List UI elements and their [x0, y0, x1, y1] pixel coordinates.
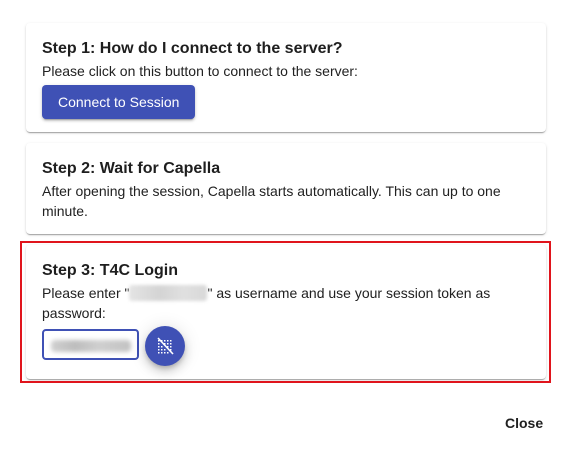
visibility-off-icon — [157, 337, 174, 355]
blurred-username — [129, 285, 208, 301]
step-2-text: After opening the session, Capella start… — [42, 183, 501, 219]
login-row — [42, 326, 530, 366]
step-1-card: Step 1: How do I connect to the server? … — [26, 23, 546, 132]
close-button[interactable]: Close — [496, 407, 552, 439]
toggle-visibility-button[interactable] — [145, 326, 185, 366]
step-3-text: Please enter " " as username and use your… — [42, 283, 530, 323]
step-2-title: Step 2: Wait for Capella — [42, 160, 221, 177]
step-1-text: Please click on this button to connect t… — [42, 63, 358, 79]
step-1-title: Step 1: How do I connect to the server? — [42, 40, 343, 57]
connect-to-session-button[interactable]: Connect to Session — [42, 85, 196, 119]
step-3-card: Step 3: T4C Login Please enter " " as use… — [26, 245, 546, 379]
step-2-card: Step 2: Wait for Capella After opening t… — [26, 143, 546, 234]
step-3-title: Step 3: T4C Login — [42, 262, 178, 279]
session-token-field[interactable] — [42, 329, 139, 360]
blurred-token — [51, 340, 131, 352]
step-3-text-before: Please enter " — [42, 285, 130, 301]
